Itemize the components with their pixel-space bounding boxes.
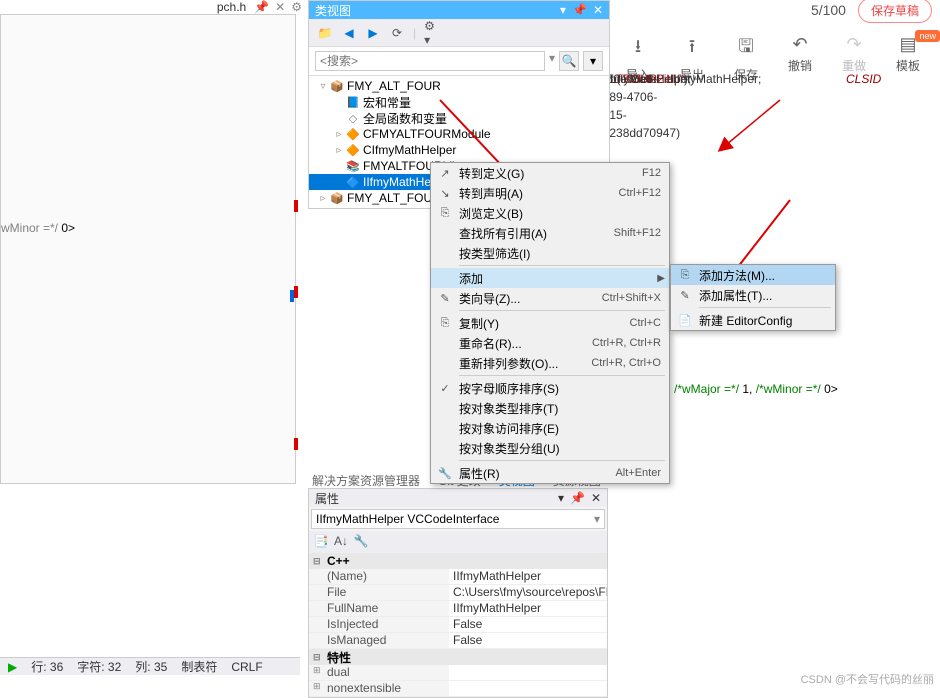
tree-item-宏和常量[interactable]: 📘宏和常量 [309,94,609,110]
prop-row[interactable]: ⊞nonextensible [309,681,607,697]
gutter-marker [294,286,298,298]
forward-icon[interactable]: ▶ [365,25,381,41]
status-col: 列: 35 [135,658,167,675]
classview-toolbar: 📁 ◀ ▶ ⟳ | ⚙ ▾ [309,19,609,47]
prop-row[interactable]: (Name)IIfmyMathHelper [309,569,607,585]
play-icon[interactable]: ▶ [8,660,17,674]
file-tab[interactable]: pch.h [217,0,246,14]
refresh-icon[interactable]: ⟳ [389,25,405,41]
classview-title-label: 类视图 [315,2,351,19]
menu-item[interactable]: 按类型筛选(I) [431,243,669,263]
search-input[interactable] [315,51,545,71]
status-tabs: 制表符 [181,658,217,675]
classview-titlebar[interactable]: 类视图 ▾ 📌 ✕ [309,1,609,19]
tree-item-CFMYALTFOURModule[interactable]: ▹🔶CFMYALTFOURModule [309,126,609,142]
prop-row[interactable]: FileC:\Users\fmy\source\repos\FM [309,585,607,601]
wrench-icon[interactable]: 🔧 [353,533,369,549]
alphabetize-icon[interactable]: A↓ [333,533,349,549]
properties-titlebar[interactable]: 属性 ▾ 📌 ✕ [309,489,607,507]
close-icon[interactable]: ✕ [593,3,603,17]
gear-icon[interactable]: ⚙ [291,0,302,14]
prop-row[interactable]: FullNameIIfmyMathHelper [309,601,607,617]
status-bar: ▶ 行: 36 字符: 32 列: 35 制表符 CRLF [0,657,300,675]
gutter-marker [290,290,294,302]
download-icon: ⭳ [635,34,641,64]
undo-action[interactable]: ↶撤销 [782,34,818,83]
dropdown-icon[interactable]: ▾ [560,3,566,17]
undo-icon: ↶ [792,34,807,55]
menu-item[interactable]: ✎类向导(Z)...Ctrl+Shift+X [431,288,669,308]
submenu-item[interactable]: 📄新建 EditorConfig [671,310,835,330]
save-draft-button[interactable]: 保存草稿 [858,0,932,23]
menu-item[interactable]: 查找所有引用(A)Shift+F12 [431,223,669,243]
menu-item[interactable]: ⎘浏览定义(B) [431,203,669,223]
menu-item[interactable]: 添加▶ [431,268,669,288]
template-action[interactable]: ▤模板new [890,34,926,83]
search-button[interactable]: 🔍 [559,51,579,71]
menu-item[interactable]: ↗转到定义(G)F12 [431,163,669,183]
prop-row[interactable]: IsInjectedFalse [309,617,607,633]
menu-item[interactable]: 🔧属性(R)Alt+Enter [431,463,669,483]
status-crlf: CRLF [231,660,262,674]
menu-item[interactable]: ⎘复制(Y)Ctrl+C [431,313,669,333]
clsid-label: CLSID [846,70,881,88]
code-line: wMinor =*/ 0> [1,221,75,237]
menu-item[interactable]: 按对象访问排序(E) [431,418,669,438]
close-icon[interactable]: ✕ [275,0,285,14]
template-icon: ▤ [899,34,916,55]
counter: 5/100 [811,2,846,18]
submenu-item[interactable]: ✎添加属性(T)... [671,285,835,305]
properties-panel: 属性 ▾ 📌 ✕ IIfmyMathHelper VCCodeInterface… [308,488,608,698]
menu-item[interactable]: 按对象类型排序(T) [431,398,669,418]
gutter-marker [294,200,298,212]
upload-icon: ⭱ [689,34,695,64]
tree-item-全局函数和变量[interactable]: ◇全局函数和变量 [309,110,609,126]
code-editor-left[interactable]: wMinor =*/ 0> [0,14,296,484]
gutter-marker [294,438,298,450]
submenu-item[interactable]: ⎘添加方法(M)... [671,265,835,285]
new-badge: new [915,30,940,42]
categorize-icon[interactable]: 📑 [313,533,329,549]
properties-grid[interactable]: ⊟C++(Name)IIfmyMathHelperFileC:\Users\fm… [309,553,607,697]
prop-row[interactable]: ⊞dual [309,665,607,681]
submenu-add[interactable]: ⎘添加方法(M)...✎添加属性(T)... 📄新建 EditorConfig [670,264,836,331]
context-menu[interactable]: ↗转到定义(G)F12↘转到声明(A)Ctrl+F12⎘浏览定义(B)查找所有引… [430,162,670,484]
search-dropdown-icon[interactable]: ▾ [549,51,555,71]
tree-item-FMY_ALT_FOUR[interactable]: ▿📦FMY_ALT_FOUR [309,78,609,94]
code-comment: /*wMajor =*/ 1, /*wMinor =*/ 0> [674,382,838,397]
pin-icon[interactable]: 📌 [254,0,269,14]
status-line: 行: 36 [31,658,63,675]
properties-selector[interactable]: IIfmyMathHelper VCCodeInterface▾ [311,509,605,529]
redo-icon: ↷ [846,34,861,55]
pin-icon[interactable]: 📌 [570,491,585,505]
back-icon[interactable]: ◀ [341,25,357,41]
menu-item[interactable]: 按对象类型分组(U) [431,438,669,458]
folder-icon[interactable]: 📁 [317,25,333,41]
watermark: CSDN @不会写代码的丝丽 [801,671,934,687]
menu-item[interactable]: 重命名(R)...Ctrl+R, Ctrl+R [431,333,669,353]
pin-icon[interactable]: 📌 [572,3,587,17]
close-icon[interactable]: ✕ [591,491,601,505]
tree-item-CIfmyMathHelper[interactable]: ▹🔶CIfmyMathHelper [309,142,609,158]
save-icon: 🖫 [738,34,753,64]
dropdown-icon[interactable]: ▾ [558,491,564,505]
status-char: 字符: 32 [77,658,121,675]
menu-item[interactable]: ↘转到声明(A)Ctrl+F12 [431,183,669,203]
menu-item[interactable]: 重新排列参数(O)...Ctrl+R, Ctrl+O [431,353,669,373]
menu-item[interactable]: ✓按字母顺序排序(S) [431,378,669,398]
prop-row[interactable]: IsManagedFalse [309,633,607,649]
search-options-button[interactable]: ▾ [583,51,603,71]
settings-icon[interactable]: ⚙ ▾ [424,25,440,41]
